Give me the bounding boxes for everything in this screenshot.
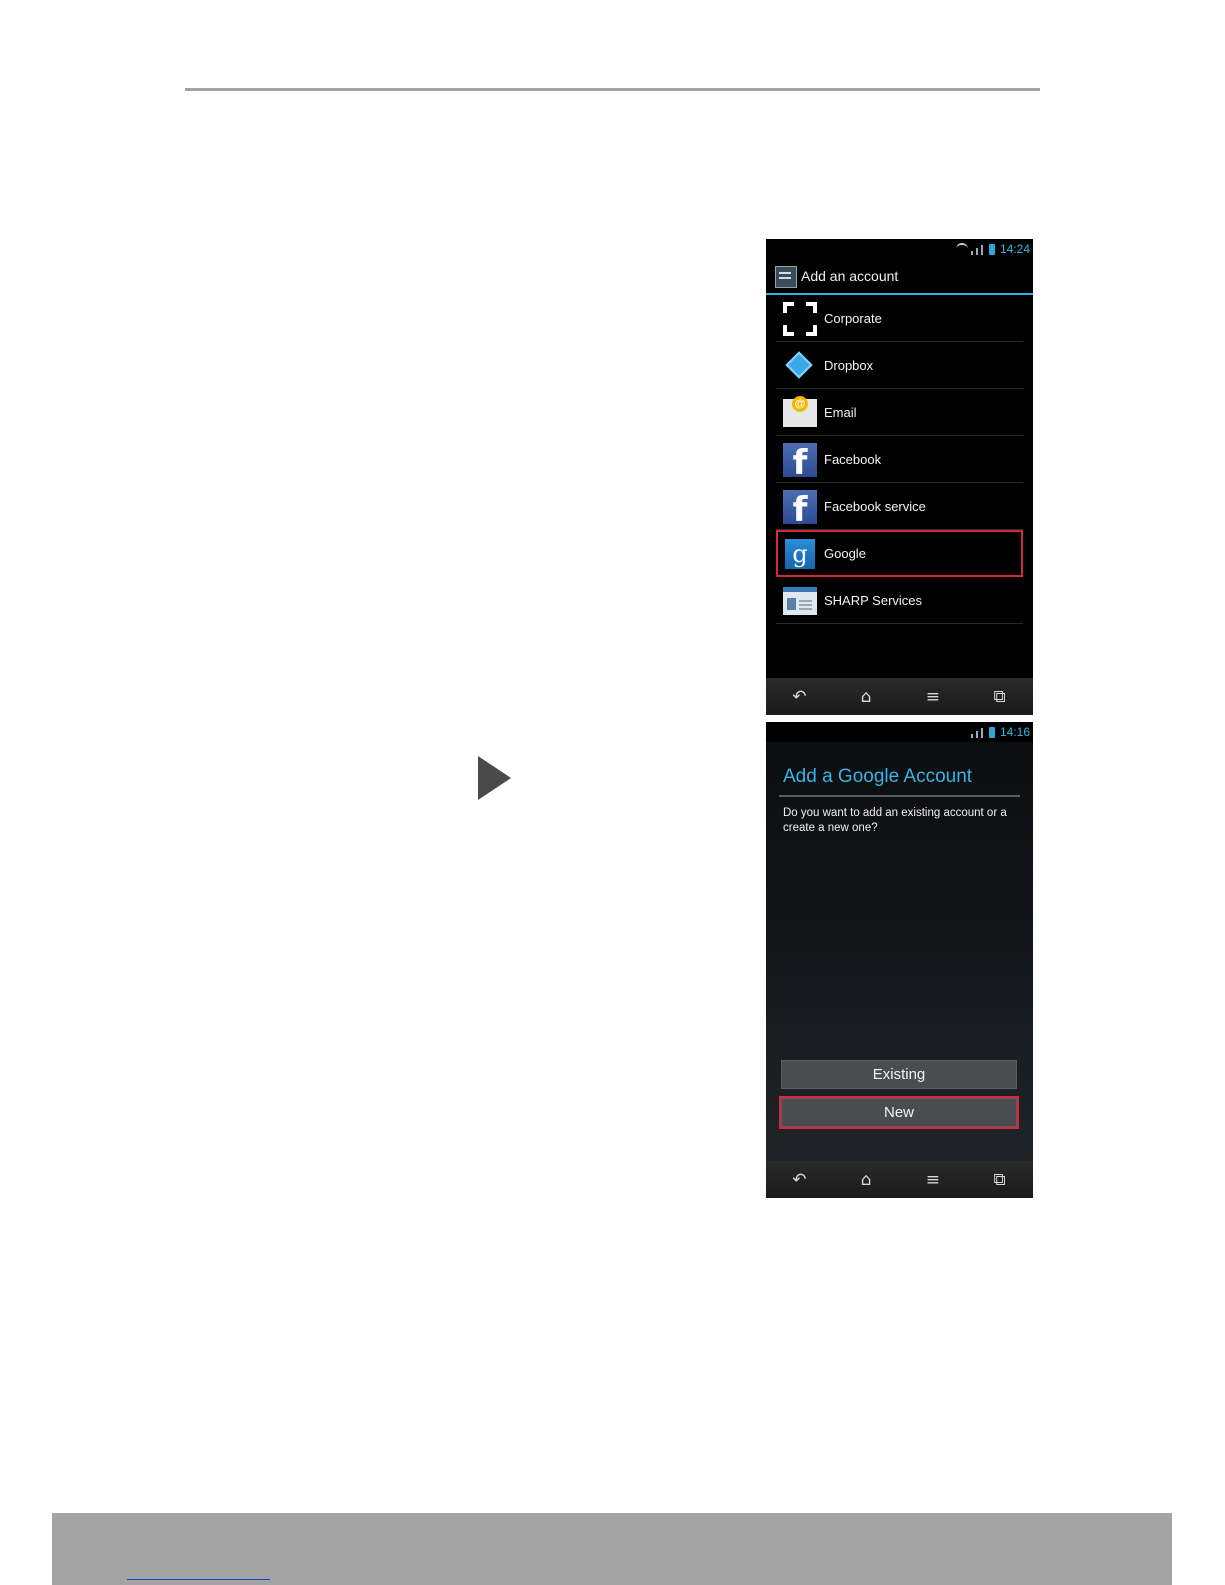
account-type-list: Corporate Dropbox Email f Facebook f Fac… (776, 295, 1023, 624)
sharp-services-icon (783, 587, 817, 615)
screen-title: Add a Google Account (783, 766, 973, 787)
screen-title: Add an account (801, 268, 899, 284)
header-divider (185, 88, 1040, 91)
status-bar: 14:24 (766, 239, 1033, 259)
account-item-dropbox[interactable]: Dropbox (776, 342, 1023, 389)
signal-icon (976, 248, 978, 255)
navigation-bar: ↶ ⌂ ≡ ⧉ (766, 678, 1033, 715)
battery-icon (989, 727, 995, 738)
account-item-facebook-service[interactable]: f Facebook service (776, 483, 1023, 530)
battery-icon (989, 244, 995, 255)
existing-button[interactable]: Existing (781, 1060, 1017, 1089)
account-item-label: Facebook service (824, 499, 926, 514)
next-step-arrow-icon (478, 756, 511, 800)
navigation-bar: ↶ ⌂ ≡ ⧉ (766, 1161, 1033, 1198)
action-bar: Add an account (766, 259, 1033, 295)
page-footer (52, 1513, 1172, 1585)
status-icons (956, 243, 995, 255)
signal-3g-icon (981, 728, 983, 738)
back-icon[interactable]: ↶ (779, 684, 819, 710)
account-item-google[interactable]: g Google (776, 530, 1023, 577)
status-clock: 14:24 (999, 242, 1030, 256)
status-clock: 14:16 (999, 725, 1030, 739)
wifi-icon (956, 243, 968, 255)
account-item-label: Google (824, 546, 866, 561)
signal-3g-icon (976, 731, 978, 738)
account-item-facebook[interactable]: f Facebook (776, 436, 1023, 483)
prompt-text: Do you want to add an existing account o… (783, 807, 1007, 834)
account-item-label: Corporate (824, 311, 882, 326)
email-icon (783, 396, 817, 427)
signal-icon (971, 251, 973, 255)
settings-app-icon (775, 266, 797, 288)
status-bar: 14:16 (766, 722, 1033, 742)
recent-apps-icon[interactable]: ⧉ (980, 684, 1020, 710)
facebook-icon: f (783, 443, 817, 477)
home-icon[interactable]: ⌂ (846, 684, 886, 710)
menu-icon[interactable]: ≡ (913, 1167, 953, 1193)
account-item-corporate[interactable]: Corporate (776, 295, 1023, 342)
account-item-label: Dropbox (824, 358, 874, 373)
account-item-email[interactable]: Email (776, 389, 1023, 436)
facebook-icon: f (783, 490, 817, 524)
add-google-account-screen: 14:16 Add a Google Account Do you want t… (766, 722, 1033, 1198)
account-item-sharp-services[interactable]: SHARP Services (776, 577, 1023, 624)
dropbox-icon (783, 349, 817, 383)
title-divider (779, 795, 1020, 797)
menu-icon[interactable]: ≡ (913, 684, 953, 710)
back-icon[interactable]: ↶ (779, 1167, 819, 1193)
home-icon[interactable]: ⌂ (846, 1167, 886, 1193)
footer-link-underline[interactable] (127, 1579, 270, 1580)
recent-apps-icon[interactable]: ⧉ (980, 1167, 1020, 1193)
signal-icon (981, 245, 983, 255)
signal-3g-icon (971, 734, 973, 738)
account-item-label: Facebook (824, 452, 882, 467)
account-item-label: SHARP Services (824, 593, 923, 608)
add-account-screen: 14:24 Add an account Corporate Dropbox E… (766, 239, 1033, 715)
account-item-label: Email (824, 405, 857, 420)
corporate-icon (783, 302, 817, 336)
status-icons (971, 726, 995, 738)
new-button[interactable]: New (779, 1096, 1019, 1129)
google-icon: g (785, 539, 815, 569)
